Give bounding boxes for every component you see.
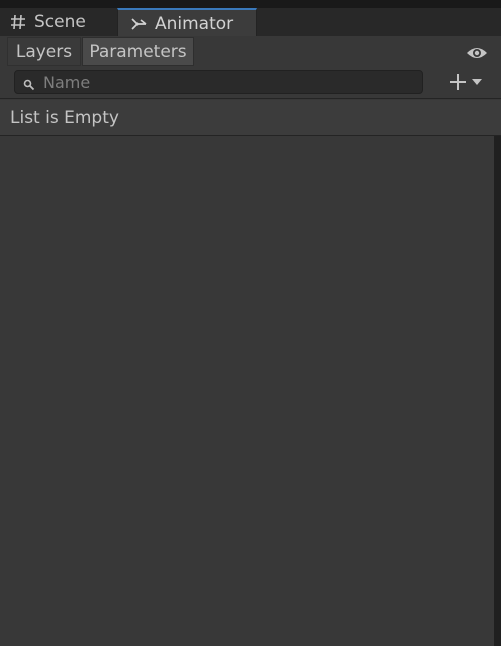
- dropdown-arrow-icon: [472, 79, 482, 85]
- panel-edge: [494, 136, 501, 646]
- tab-bar: Scene Animator: [0, 8, 501, 37]
- add-parameter-button[interactable]: [448, 70, 492, 94]
- layers-tab-button[interactable]: Layers: [7, 37, 81, 66]
- parameters-tab-label: Parameters: [89, 41, 187, 62]
- tab-scene-label: Scene: [34, 12, 86, 32]
- search-icon: [23, 76, 35, 91]
- parameters-list-header: List is Empty: [0, 100, 501, 135]
- tab-animator[interactable]: Animator: [117, 8, 257, 37]
- layers-tab-label: Layers: [15, 41, 73, 62]
- animator-icon: [131, 16, 147, 32]
- list-empty-text: List is Empty: [10, 107, 119, 128]
- plus-icon: [448, 72, 468, 92]
- top-strip: [0, 0, 501, 8]
- eye-icon[interactable]: [466, 45, 488, 59]
- parameters-list: [0, 136, 494, 646]
- tab-animator-label: Animator: [155, 13, 234, 34]
- parameters-tab-button[interactable]: Parameters: [82, 37, 194, 66]
- search-row: [0, 67, 501, 98]
- sub-toolbar: Layers Parameters: [0, 36, 501, 67]
- grid-icon: [10, 14, 26, 30]
- search-box[interactable]: [14, 70, 423, 94]
- animator-window: Scene Animator Layers Parameters Name Li…: [0, 0, 501, 646]
- divider: [0, 98, 501, 99]
- tab-scene[interactable]: Scene: [0, 8, 117, 36]
- search-input[interactable]: [43, 71, 422, 93]
